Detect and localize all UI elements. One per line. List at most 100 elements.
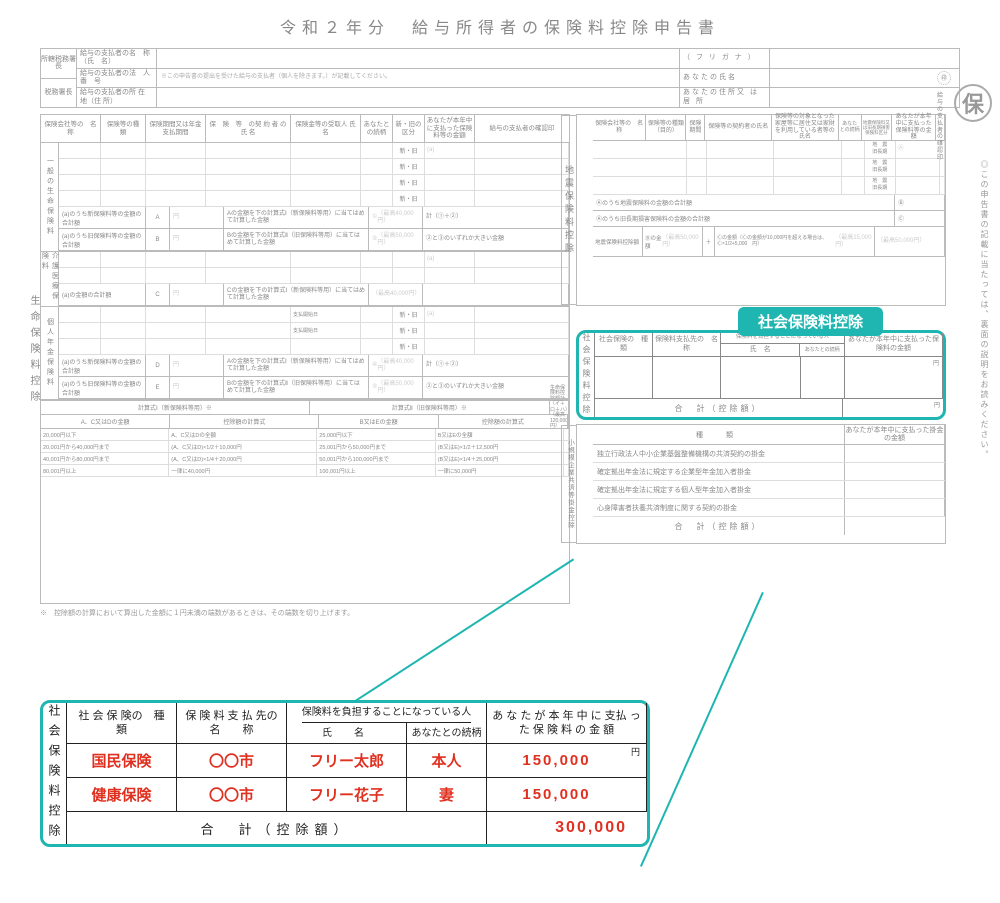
payer-name-field[interactable] [157,49,679,68]
payer-addr-label: 給与の支払者の所 在 地（住 所） [77,88,157,107]
eq-row[interactable]: 地 震旧長期Ⓐ [593,141,945,159]
eq-final-label: 地震保険料控除額 [593,227,643,256]
calc-h1: 計算式Ⅰ（新保険料等用）※ [41,401,310,414]
cell-E: E [146,377,170,398]
co-amount: 円150,000 [487,744,647,777]
calc-h1b: 控除額の計算式 [170,415,319,428]
sm-h1: 種 類 [593,425,845,444]
life-h4: 保 険 等 の契 約 者 の 氏 名 [206,115,291,142]
callout-vtab: 社会保険料控除 [43,703,67,844]
life-row[interactable]: (a) [59,252,569,268]
cr: 20,000円以下 [41,429,169,440]
your-name-field[interactable]: ㊞ [770,69,959,88]
calc-h2: 計算式Ⅱ（旧保険料等用）※ [310,401,550,414]
co-h3top: 保険料を負担することになっている人 [302,703,472,723]
earthquake-panel: 地震保険料控除 保険会社等の 名 称 保険等の種類（目的） 保険期間 保険等の契… [576,114,946,306]
sm-v4[interactable] [845,499,945,516]
life-h6: あなたとの続柄 [361,115,393,142]
life-note-e: Bの金額を下の計算式Ⅱ（旧保険料等用）に当てはめて計算した金額 [224,377,369,398]
sm-v1[interactable] [845,445,945,462]
eq-row[interactable]: 地 震旧長期 [593,177,945,195]
eq-sum1: Ⓐのうち地震保険料の金額の合計額 [593,195,895,210]
life-row[interactable]: 新・旧 [59,175,569,191]
cr: (A、C又はD)×1/2＋10,000円 [169,441,317,452]
co-total-value: 300,000 [487,812,647,844]
life-row[interactable]: 新・旧 [59,339,569,355]
life-row[interactable]: 支払開始日新・旧 [59,323,569,339]
side-note: ◎この申告書の記載に当たっては、裏面の説明をお読みください。 [979,160,990,520]
cell-C: C [146,284,170,305]
eq-h9: 給与の支払者の確認印 [936,115,945,140]
eq-h7: 地震保険料又は旧長期損害保険料区分 [862,115,893,140]
tax-office-label: 税務署長 [41,79,76,108]
life-row[interactable]: 支払開始日新・旧(a) [59,307,569,323]
soc-body[interactable]: 円 [595,357,943,399]
life-sum-c: (a)の金額の合計額 [59,284,146,305]
life-sum-e: (a)のうち旧保険料等の金額の合計額 [59,377,146,398]
cr: 25,000円以下 [317,429,435,440]
social-callout: 社会保険料控除 社 会 保 険の 種 類 保 険 料 支 払 先の 名 称 保険… [40,700,650,847]
cr: 40,001円から80,000円まで [41,453,169,464]
life-section-care: 介護医療保険料 (a) (a)の金額の合計額C円Cの金額を下の計算式Ⅰ（新保険料… [41,252,569,307]
co-payee: 〇〇市 [177,778,287,811]
calc-h2b: 控除額の計算式 [439,415,568,428]
furigana-field[interactable] [770,49,959,68]
life-row[interactable]: 新・旧 [59,159,569,175]
payer-corp-note: ※この申告書の提出を受けた給与の支払者（個人を除きます。）が記載してください。 [157,69,679,88]
cr: B又はEの全額 [436,429,564,440]
life-vtab: 生命保険料控除 [23,295,41,407]
soc-h3a: 氏 名 [721,344,800,356]
life-sum-d: (a)のうち新保険料等の金額の合計額 [59,355,146,376]
eq-h6: あなたとの続柄 [839,115,862,140]
eq-C: Ⓒ [895,211,945,226]
sm-v2[interactable] [845,463,945,480]
life-sec3-label: 個人年金保険料 [41,307,59,399]
cr: (B又はE)×1/2＋12,500円 [436,441,564,452]
soc-h4: あなたが本年中に支払った保険料の金額 [845,333,943,356]
life-row[interactable]: 新・旧 [59,191,569,207]
life-h7: 新・旧の区分 [393,115,425,142]
sm-total-value[interactable] [845,517,945,535]
callout-row: 国民保険 〇〇市 フリー太郎 本人 円150,000 [67,744,647,778]
small-enterprise-panel: 小規模企業共済等掛金控除 種 類あなたが本年中に支払った掛金の金額 独立行政法人… [576,424,946,544]
soc-total-value[interactable]: 円 [843,399,943,417]
co-rel: 妻 [407,778,487,811]
co-h3b: あなたとの続柄 [407,723,487,743]
eq-h3: 保険期間 [686,115,705,140]
eq-B: Ⓑ [895,195,945,210]
cell-B: B [146,229,170,250]
cr: 50,001円から100,000円まで [317,453,435,464]
life-note3: Cの金額を下の計算式Ⅰ（新保険料等用）に当てはめて計算した金額 [224,284,369,305]
soc-h3b: あなたとの続柄 [800,344,844,356]
payer-corp-label: 給与の支払者の法 人 番 号 [77,69,157,88]
callout-row: 健康保険 〇〇市 フリー花子 妻 150,000 [67,778,647,812]
sm-v3[interactable] [845,481,945,498]
social-tab-label: 社会保険料控除 [738,307,883,336]
social-vtab: 社会保険料控除 [579,333,595,417]
soc-total-label: 合 計（控除額） [595,399,843,417]
sm-r2: 確定拠出年金法に規定する企業型年金加入者掛金 [593,463,845,480]
tax-office-head-label: 所轄税務署長 [41,49,76,79]
co-name: フリー花子 [287,778,407,811]
sm-vtab: 小規模企業共済等掛金控除 [561,425,577,543]
life-note2: Bの金額を下の計算式Ⅱ（旧保険料等用）に当てはめて計算した金額 [224,229,369,250]
eq-row[interactable]: 地 震旧長期 [593,159,945,177]
sm-h2: あなたが本年中に支払った掛金の金額 [845,425,945,444]
cr: (A、C又はD)×1/4＋20,000円 [169,453,317,464]
payer-addr-field[interactable] [157,88,679,107]
life-insurance-panel: 生命保険料控除 保険会社等の 名 称 保険等の種 類 保険期間又は年金支払期間 … [40,114,570,604]
life-row[interactable]: 新・旧(a) [59,143,569,159]
your-addr-field[interactable] [770,88,959,107]
life-row[interactable] [59,268,569,284]
co-name: フリー太郎 [287,744,407,777]
header-block: 所轄税務署長 税務署長 給与の支払者の名 称（氏 名） 給与の支払者の法 人 番… [40,48,960,108]
eq-h2: 保険等の種類（目的） [646,115,686,140]
eq-c-note: Ⓒの金額（Ⓒの金額が10,000円を超える場合は、Ⓒ×1/2+5,000 円） [717,236,835,247]
life-section-general: 一般の生命保険料 新・旧(a) 新・旧 新・旧 新・旧 (a)のうち新保険料等の… [41,143,569,252]
social-insurance-highlight: 社会保険料控除 社会保険料控除 社会保険の 種 類 保険料支払先の 名 称 保険… [576,330,946,420]
life-h8: あなたが本年中に支払った保険料等の金額 [425,115,475,142]
life-h2: 保険等の種 類 [101,115,146,142]
calc-sum2: 計（①＋②） [423,355,569,376]
your-name-label: あなたの氏名 [680,69,770,88]
cell-A: A [146,207,170,228]
